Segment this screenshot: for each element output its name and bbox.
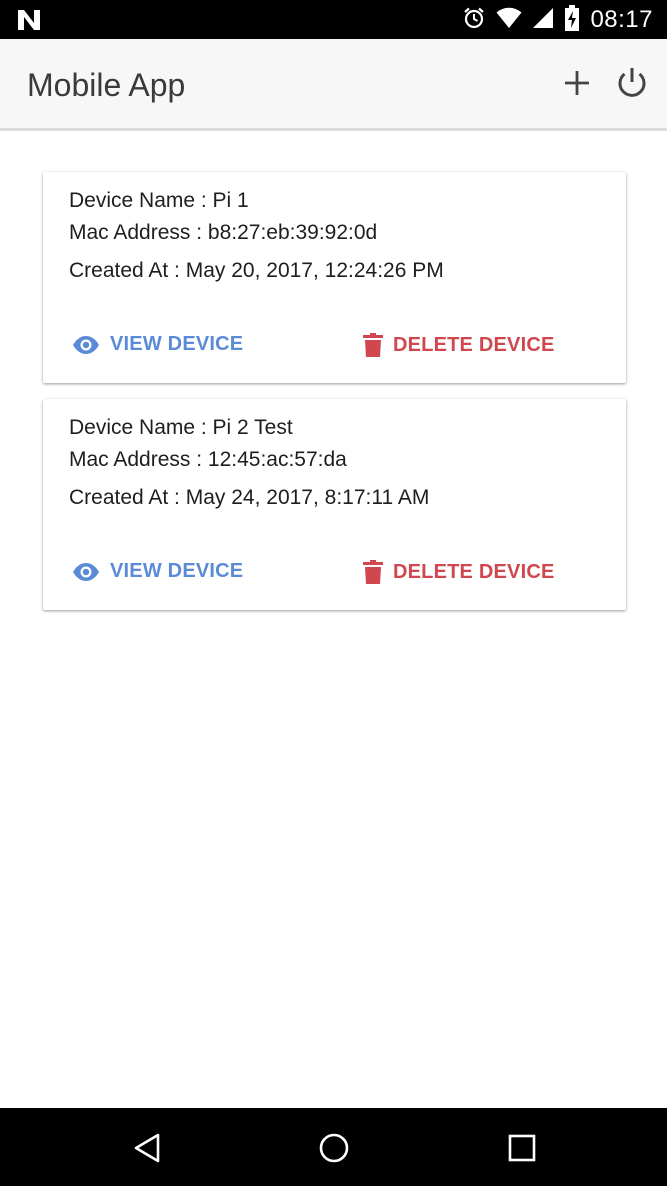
- eye-icon: [72, 335, 100, 355]
- recents-button[interactable]: [502, 1130, 542, 1166]
- recents-icon: [508, 1134, 536, 1162]
- device-list: Device Name : Pi 1 Mac Address : b8:27:e…: [43, 172, 626, 626]
- back-icon: [134, 1133, 160, 1163]
- device-name: Device Name : Pi 2 Test: [69, 416, 293, 439]
- trash-icon: [363, 333, 383, 357]
- app-bar: Mobile App: [0, 39, 667, 131]
- eye-icon: [72, 562, 100, 582]
- device-card: Device Name : Pi 2 Test Mac Address : 12…: [43, 399, 626, 610]
- delete-device-label: DELETE DEVICE: [393, 560, 555, 583]
- home-button[interactable]: [314, 1130, 354, 1166]
- device-card: Device Name : Pi 1 Mac Address : b8:27:e…: [43, 172, 626, 383]
- trash-icon: [363, 560, 383, 584]
- logout-button[interactable]: [612, 63, 652, 103]
- delete-device-button[interactable]: DELETE DEVICE: [363, 560, 555, 584]
- view-device-button[interactable]: VIEW DEVICE: [72, 560, 243, 583]
- view-device-label: VIEW DEVICE: [110, 560, 244, 582]
- delete-device-button[interactable]: DELETE DEVICE: [363, 333, 555, 357]
- back-button[interactable]: [127, 1130, 167, 1166]
- battery-charging-icon: [564, 4, 580, 36]
- view-device-label: VIEW DEVICE: [110, 333, 244, 355]
- wifi-icon: [496, 7, 522, 34]
- status-icons: 08:17: [462, 4, 653, 36]
- notification-n-icon: [16, 8, 42, 32]
- device-mac-address: Mac Address : b8:27:eb:39:92:0d: [69, 221, 378, 244]
- add-device-button[interactable]: [557, 63, 597, 103]
- device-mac-address: Mac Address : 12:45:ac:57:da: [69, 448, 347, 471]
- signal-icon: [532, 7, 554, 34]
- device-created-at: Created At : May 24, 2017, 8:17:11 AM: [69, 486, 430, 509]
- status-bar: 08:17: [0, 0, 667, 39]
- page-title: Mobile App: [27, 67, 186, 103]
- view-device-button[interactable]: VIEW DEVICE: [72, 333, 243, 356]
- device-name: Device Name : Pi 1: [69, 189, 249, 212]
- device-created-at: Created At : May 20, 2017, 12:24:26 PM: [69, 259, 444, 282]
- add-icon: [565, 71, 589, 95]
- status-time: 08:17: [590, 6, 653, 33]
- delete-device-label: DELETE DEVICE: [393, 333, 555, 356]
- power-icon: [618, 68, 646, 97]
- home-icon: [319, 1133, 349, 1163]
- alarm-icon: [462, 6, 486, 35]
- navigation-bar: [0, 1108, 667, 1186]
